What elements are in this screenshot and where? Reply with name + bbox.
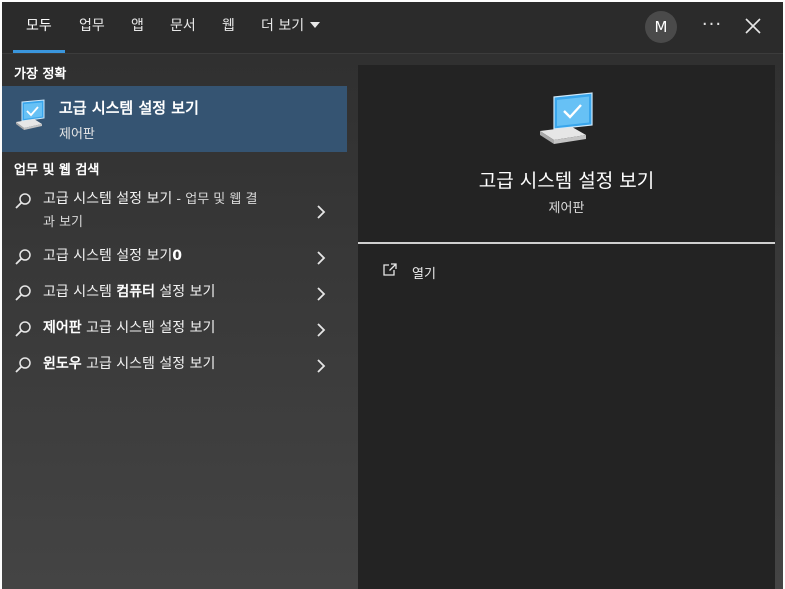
web-search-heading: 업무 및 웹 검색 <box>14 163 100 178</box>
result-text-suffix: - 업무 및 웹 결 <box>172 192 258 207</box>
detail-divider <box>358 242 775 244</box>
result-text-end: 고급 시스템 설정 보기 <box>81 356 216 372</box>
result-text: 윈도우 고급 시스템 설정 보기 <box>43 353 215 375</box>
result-text-line2: 과 보기 <box>43 215 84 230</box>
result-text-end: 설정 보기 <box>154 284 216 300</box>
best-match-title: 고급 시스템 설정 보기 <box>59 99 199 117</box>
result-text-bold: 윈도우 <box>43 356 82 372</box>
search-icon <box>14 192 32 210</box>
more-options-icon[interactable]: ··· <box>699 14 725 40</box>
tab-more-label: 더 보기 <box>261 18 305 34</box>
result-text-bold: 컴퓨터 <box>116 284 155 300</box>
search-result-item[interactable]: 고급 시스템 설정 보기0 <box>2 244 347 270</box>
tab-all-label: 모두 <box>26 18 52 34</box>
tab-web-label: 웹 <box>222 18 235 34</box>
result-text-end: 고급 시스템 설정 보기 <box>81 320 216 336</box>
detail-panel: 고급 시스템 설정 보기 제어판 열기 <box>358 65 775 589</box>
search-result-item[interactable]: 윈도우 고급 시스템 설정 보기 <box>2 352 347 378</box>
search-icon <box>14 248 32 266</box>
close-icon[interactable] <box>743 16 763 36</box>
search-icon <box>14 320 32 338</box>
tab-documents-label: 문서 <box>170 18 196 34</box>
detail-title: 고급 시스템 설정 보기 <box>478 170 655 192</box>
open-external-icon <box>382 262 398 278</box>
result-text: 제어판 고급 시스템 설정 보기 <box>43 317 215 339</box>
search-result-item[interactable]: 고급 시스템 컴퓨터 설정 보기 <box>2 280 347 306</box>
result-text-bold: 0 <box>172 248 183 264</box>
search-result-item[interactable]: 고급 시스템 설정 보기 - 업무 및 웹 결 과 보기 <box>2 187 347 235</box>
tab-all[interactable]: 모두 <box>13 2 65 53</box>
best-match-item[interactable]: 고급 시스템 설정 보기 제어판 <box>2 86 347 152</box>
best-match-heading: 가장 정확 <box>14 67 67 82</box>
chevron-right-icon <box>315 204 327 219</box>
avatar[interactable]: M <box>645 11 677 43</box>
chevron-right-icon <box>315 322 327 337</box>
computer-settings-icon <box>12 98 48 134</box>
top-bar: 모두 업무 앱 문서 웹 더 보기 M ··· <box>2 2 783 54</box>
tab-more[interactable]: 더 보기 <box>261 2 321 53</box>
search-icon <box>14 284 32 302</box>
result-text-main: 고급 시스템 설정 보기 <box>43 191 173 207</box>
tab-apps-label: 앱 <box>131 18 144 34</box>
tab-web[interactable]: 웹 <box>222 2 235 53</box>
result-text-main: 고급 시스템 <box>43 284 117 300</box>
open-action-label: 열기 <box>412 267 436 282</box>
result-text: 고급 시스템 설정 보기0 <box>43 245 182 267</box>
search-result-item[interactable]: 제어판 고급 시스템 설정 보기 <box>2 316 347 342</box>
chevron-right-icon <box>315 286 327 301</box>
chevron-right-icon <box>315 250 327 265</box>
result-text: 고급 시스템 설정 보기 - 업무 및 웹 결 과 보기 <box>43 188 257 234</box>
result-text-main: 고급 시스템 설정 보기 <box>43 248 173 264</box>
computer-settings-icon <box>536 91 598 147</box>
tab-work[interactable]: 업무 <box>79 2 105 53</box>
search-window: 모두 업무 앱 문서 웹 더 보기 M ··· 가장 정확 고급 시스템 설정 … <box>2 2 783 589</box>
tab-documents[interactable]: 문서 <box>170 2 196 53</box>
tab-work-label: 업무 <box>79 18 105 34</box>
results-panel: 가장 정확 고급 시스템 설정 보기 제어판 업무 및 웹 검색 고급 시스템 … <box>2 54 347 589</box>
tab-apps[interactable]: 앱 <box>131 2 144 53</box>
result-text-bold: 제어판 <box>43 320 82 336</box>
detail-subtitle: 제어판 <box>548 201 585 216</box>
best-match-subtitle: 제어판 <box>59 127 95 142</box>
search-icon <box>14 356 32 374</box>
result-text: 고급 시스템 컴퓨터 설정 보기 <box>43 281 215 303</box>
caret-down-icon <box>310 22 321 28</box>
chevron-right-icon <box>315 358 327 373</box>
